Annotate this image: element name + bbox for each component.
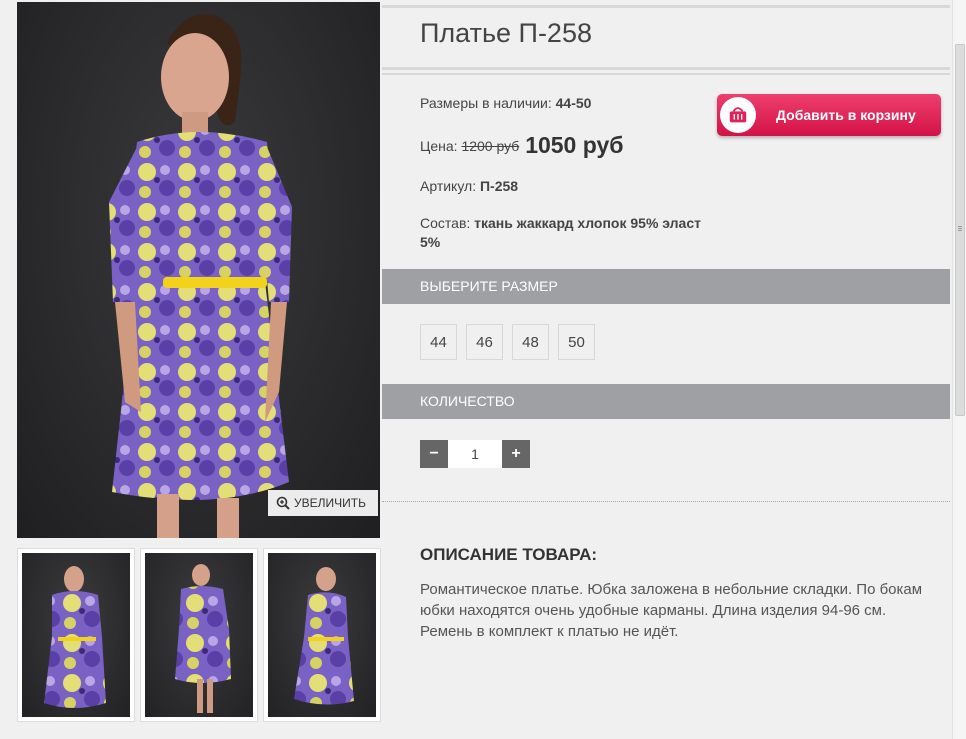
title-divider (382, 67, 950, 70)
title-divider-2 (382, 73, 950, 75)
description-text: Романтическое платье. Юбка заложена в не… (420, 581, 923, 640)
product-info-panel: Платье П-258 Размеры в наличии: 44-50 Це… (382, 0, 950, 739)
thumbnail-image (145, 553, 253, 717)
page-scrollbar[interactable] (952, 0, 966, 739)
size-option-50[interactable]: 50 (558, 324, 595, 360)
thumbnail-1[interactable] (17, 548, 135, 722)
thumbnail-3[interactable] (263, 548, 381, 722)
quantity-input[interactable] (448, 440, 502, 468)
price-label: Цена: (420, 138, 458, 154)
basket-icon (720, 97, 756, 133)
quantity-section-header: КОЛИЧЕСТВО (382, 384, 950, 419)
available-sizes-value: 44-50 (555, 95, 592, 111)
size-section-header: ВЫБЕРИТЕ РАЗМЕР (382, 269, 950, 304)
size-option-48[interactable]: 48 (512, 324, 549, 360)
zoom-button[interactable]: УВЕЛИЧИТЬ (268, 490, 378, 516)
available-sizes: Размеры в наличии: 44-50 (420, 95, 591, 111)
add-to-cart-label: Добавить в корзину (776, 107, 916, 123)
sku: Артикул: П-258 (420, 178, 518, 194)
description-divider (382, 501, 950, 502)
quantity-increase-button[interactable]: + (502, 440, 530, 468)
thumbnail-gallery (17, 548, 381, 722)
thumbnail-image (268, 553, 376, 717)
zoom-label: УВЕЛИЧИТЬ (294, 496, 366, 510)
scrollbar-grip (958, 225, 962, 232)
add-to-cart-button[interactable]: Добавить в корзину (717, 94, 941, 136)
size-option-46[interactable]: 46 (466, 324, 503, 360)
thumbnail-2[interactable] (140, 548, 258, 722)
main-product-photo[interactable]: УВЕЛИЧИТЬ (17, 2, 380, 538)
dress-model-figure (109, 14, 292, 538)
price: Цена: 1200 руб 1050 руб (420, 132, 624, 159)
top-divider (382, 5, 950, 8)
thumbnail-image (22, 553, 130, 717)
composition: Состав: ткань жаккард хлопок 95% эласт 5… (420, 214, 720, 252)
size-options: 44 46 48 50 (420, 324, 595, 360)
scrollbar-thumb[interactable] (955, 44, 965, 416)
sku-value: П-258 (479, 178, 519, 194)
composition-label: Состав: (420, 215, 471, 231)
product-title: Платье П-258 (420, 18, 592, 48)
price-old: 1200 руб (461, 138, 520, 154)
zoom-in-icon (276, 496, 290, 510)
available-sizes-label: Размеры в наличии: (420, 95, 552, 111)
quantity-stepper: − + (420, 440, 530, 468)
quantity-decrease-button[interactable]: − (420, 440, 448, 468)
sku-label: Артикул: (420, 178, 477, 194)
size-option-44[interactable]: 44 (420, 324, 457, 360)
price-new: 1050 руб (525, 132, 624, 158)
description-title: ОПИСАНИЕ ТОВАРА: (420, 545, 598, 564)
